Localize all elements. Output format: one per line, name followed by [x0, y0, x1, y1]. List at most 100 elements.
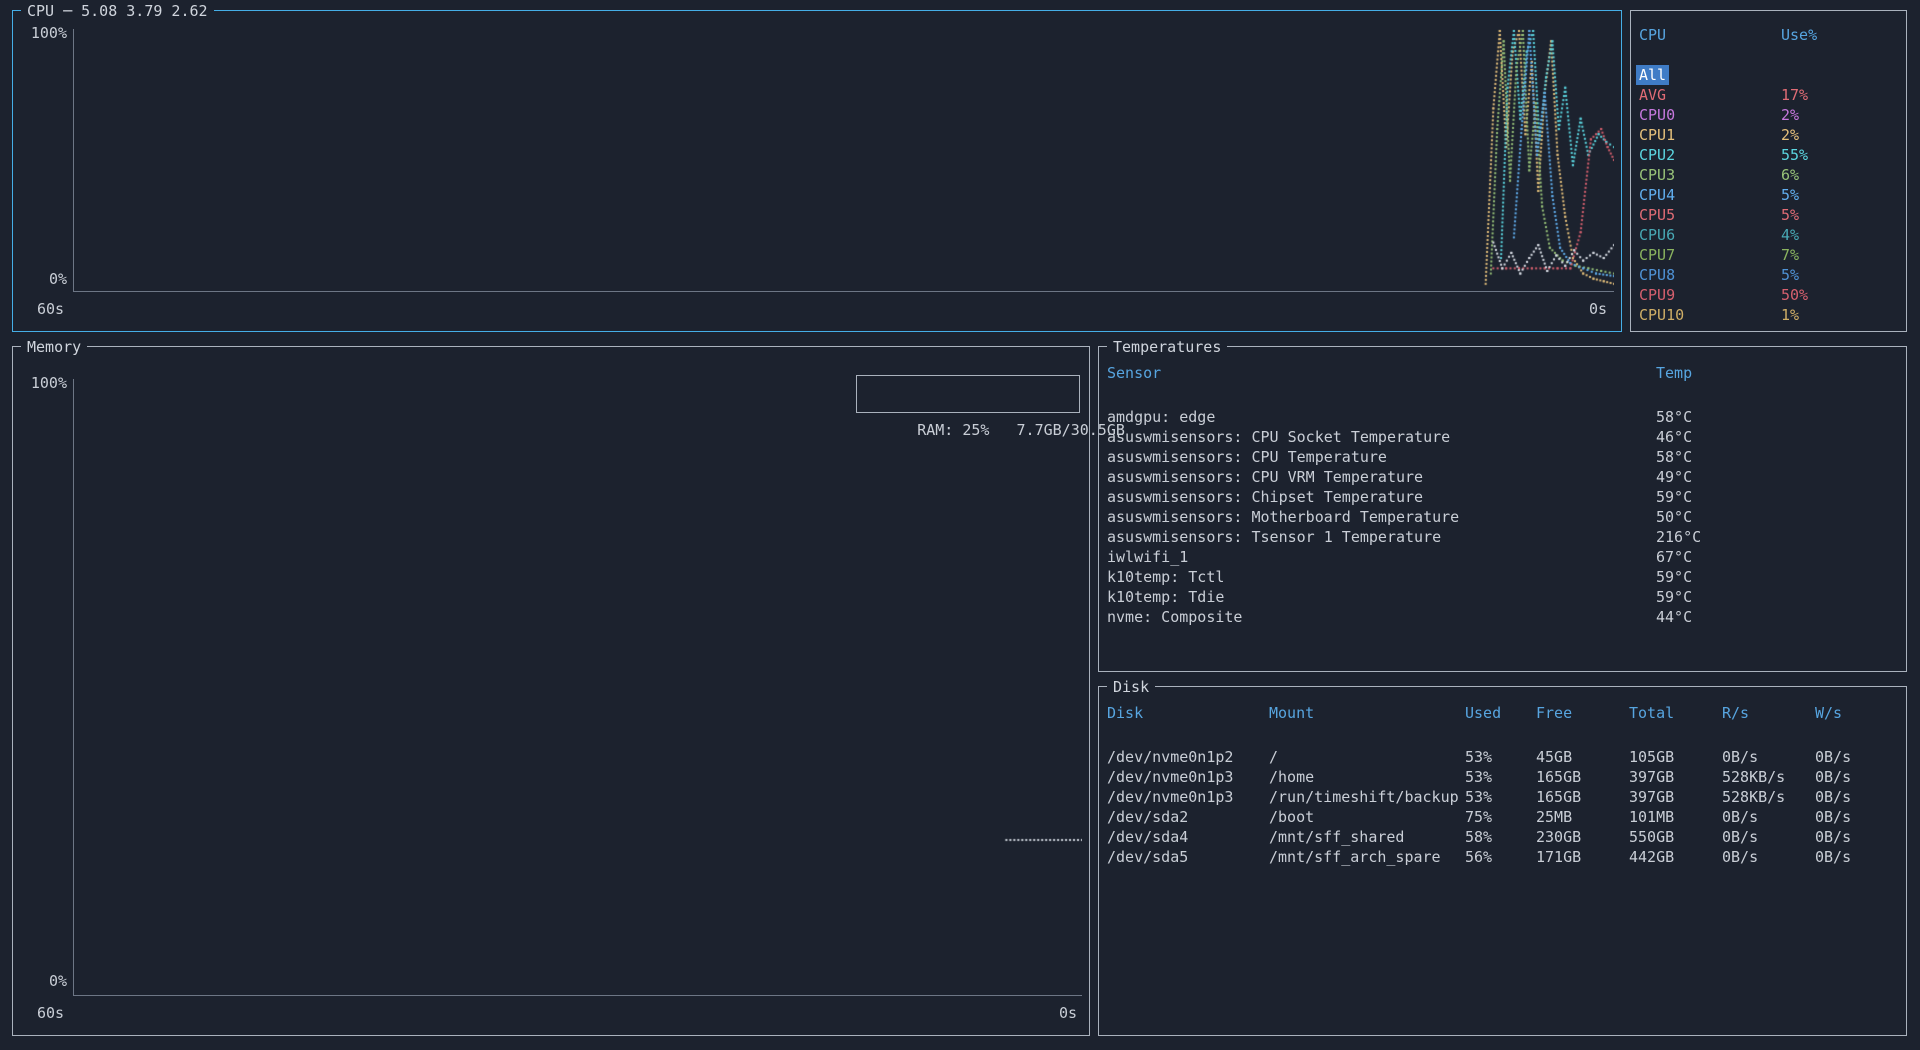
- disk-device: /dev/nvme0n1p3: [1107, 767, 1233, 787]
- cpu-legend-row-cpu9[interactable]: CPU9 50%: [1631, 285, 1906, 305]
- ram-usage-legend-text: RAM: 25% 7.7GB/30.5GB: [917, 421, 1125, 439]
- cpu-legend-value: 2%: [1781, 125, 1799, 145]
- cpu-legend-header-cpu: CPU: [1639, 25, 1666, 45]
- disk-mount: /boot: [1269, 807, 1314, 827]
- cpu-legend-row-cpu0[interactable]: CPU0 2%: [1631, 105, 1906, 125]
- disk-header-row: Disk Mount Used Free Total R/s W/s: [1099, 703, 1906, 723]
- cpu-legend-row-avg[interactable]: AVG 17%: [1631, 85, 1906, 105]
- temperature-row[interactable]: nvme: Composite 44°C: [1099, 607, 1906, 627]
- sensor-name: iwlwifi_1: [1107, 547, 1188, 567]
- disk-total: 105GB: [1629, 747, 1674, 767]
- disk-header-free: Free: [1536, 703, 1572, 723]
- disk-free: 45GB: [1536, 747, 1572, 767]
- sensor-temp: 44°C: [1656, 607, 1692, 627]
- disk-total: 442GB: [1629, 847, 1674, 867]
- temperature-row[interactable]: k10temp: Tctl 59°C: [1099, 567, 1906, 587]
- cpu-legend-row-all[interactable]: All: [1631, 65, 1906, 85]
- disk-read-rate: 0B/s: [1722, 827, 1758, 847]
- cpu-legend-panel: CPU Use% All AVG 17% CPU0 2% CPU1 2% CPU…: [1630, 10, 1907, 332]
- disk-write-rate: 0B/s: [1815, 807, 1851, 827]
- memory-panel-title-text: Memory: [27, 337, 81, 357]
- cpu-legend-label: CPU8: [1639, 265, 1675, 285]
- sensor-temp: 50°C: [1656, 507, 1692, 527]
- temperatures-header-temp: Temp: [1656, 363, 1692, 383]
- sensor-name: asuswmisensors: Tsensor 1 Temperature: [1107, 527, 1441, 547]
- disk-row[interactable]: /dev/nvme0n1p3 /home 53% 165GB 397GB 528…: [1099, 767, 1906, 787]
- cpu-graph-canvas: [74, 29, 1614, 291]
- disk-header-used: Used: [1465, 703, 1501, 723]
- sensor-name: asuswmisensors: Motherboard Temperature: [1107, 507, 1459, 527]
- temperature-row[interactable]: asuswmisensors: CPU Socket Temperature 4…: [1099, 427, 1906, 447]
- cpu-legend-row-cpu3[interactable]: CPU3 6%: [1631, 165, 1906, 185]
- cpu-panel[interactable]: CPU ─ 5.08 3.79 2.62 100% 0% 60s 0s: [12, 10, 1622, 332]
- temperature-row[interactable]: iwlwifi_1 67°C: [1099, 547, 1906, 567]
- disk-device: /dev/sda4: [1107, 827, 1188, 847]
- temperature-row[interactable]: asuswmisensors: CPU Temperature 58°C: [1099, 447, 1906, 467]
- cpu-y-axis-max-label: 100%: [21, 23, 67, 43]
- disk-write-rate: 0B/s: [1815, 847, 1851, 867]
- cpu-legend-row-cpu2[interactable]: CPU2 55%: [1631, 145, 1906, 165]
- disk-device: /dev/sda5: [1107, 847, 1188, 867]
- memory-panel[interactable]: Memory 100% 0% RAM: 25% 7.7GB/30.5GB 60s…: [12, 346, 1090, 1036]
- disk-total: 550GB: [1629, 827, 1674, 847]
- temperature-row[interactable]: k10temp: Tdie 59°C: [1099, 587, 1906, 607]
- cpu-legend-row-cpu7[interactable]: CPU7 7%: [1631, 245, 1906, 265]
- memory-x-axis-right-label: 0s: [1059, 1003, 1077, 1023]
- cpu-legend-value: 6%: [1781, 165, 1799, 185]
- cpu-legend-value: 1%: [1781, 305, 1799, 325]
- cpu-legend-label: AVG: [1639, 85, 1666, 105]
- cpu-legend-row-cpu10[interactable]: CPU10 1%: [1631, 305, 1906, 325]
- cpu-legend-value: 4%: [1781, 225, 1799, 245]
- disk-total: 397GB: [1629, 767, 1674, 787]
- disk-panel-title: Disk: [1107, 677, 1155, 697]
- sensor-temp: 58°C: [1656, 407, 1692, 427]
- cpu-title-separator: ─: [63, 1, 72, 21]
- disk-mount: /home: [1269, 767, 1314, 787]
- temperature-row[interactable]: amdgpu: edge 58°C: [1099, 407, 1906, 427]
- memory-y-axis-min-label: 0%: [21, 971, 67, 991]
- disk-write-rate: 0B/s: [1815, 827, 1851, 847]
- disk-device: /dev/nvme0n1p3: [1107, 787, 1233, 807]
- disk-row[interactable]: /dev/sda5 /mnt/sff_arch_spare 56% 171GB …: [1099, 847, 1906, 867]
- cpu-legend-row-cpu8[interactable]: CPU8 5%: [1631, 265, 1906, 285]
- sensor-name: k10temp: Tdie: [1107, 587, 1224, 607]
- disk-panel: Disk Disk Mount Used Free Total R/s W/s …: [1098, 686, 1907, 1036]
- temperature-row[interactable]: asuswmisensors: Motherboard Temperature …: [1099, 507, 1906, 527]
- disk-panel-title-text: Disk: [1113, 677, 1149, 697]
- temperature-row[interactable]: asuswmisensors: CPU VRM Temperature 49°C: [1099, 467, 1906, 487]
- temperatures-panel: Temperatures Sensor Temp amdgpu: edge 58…: [1098, 346, 1907, 672]
- disk-row[interactable]: /dev/sda4 /mnt/sff_shared 58% 230GB 550G…: [1099, 827, 1906, 847]
- cpu-legend-label: CPU3: [1639, 165, 1675, 185]
- disk-mount: /mnt/sff_arch_spare: [1269, 847, 1441, 867]
- disk-device: /dev/sda2: [1107, 807, 1188, 827]
- cpu-legend-row-cpu5[interactable]: CPU5 5%: [1631, 205, 1906, 225]
- memory-y-axis-max-label: 100%: [21, 373, 67, 393]
- temperatures-header-row: Sensor Temp: [1099, 363, 1906, 383]
- sensor-temp: 49°C: [1656, 467, 1692, 487]
- disk-total: 397GB: [1629, 787, 1674, 807]
- cpu-legend-label: CPU7: [1639, 245, 1675, 265]
- disk-free: 25MB: [1536, 807, 1572, 827]
- disk-write-rate: 0B/s: [1815, 747, 1851, 767]
- disk-row[interactable]: /dev/nvme0n1p3 /run/timeshift/backup 53%…: [1099, 787, 1906, 807]
- disk-free: 171GB: [1536, 847, 1581, 867]
- cpu-legend-value: 2%: [1781, 105, 1799, 125]
- sensor-temp: 59°C: [1656, 487, 1692, 507]
- memory-x-axis-left-label: 60s: [37, 1003, 64, 1023]
- disk-row[interactable]: /dev/sda2 /boot 75% 25MB 101MB 0B/s 0B/s: [1099, 807, 1906, 827]
- disk-header-read: R/s: [1722, 703, 1749, 723]
- cpu-legend-value: 5%: [1781, 185, 1799, 205]
- disk-row[interactable]: /dev/nvme0n1p2 / 53% 45GB 105GB 0B/s 0B/…: [1099, 747, 1906, 767]
- disk-read-rate: 528KB/s: [1722, 787, 1785, 807]
- cpu-legend-row-cpu6[interactable]: CPU6 4%: [1631, 225, 1906, 245]
- cpu-legend-row-cpu1[interactable]: CPU1 2%: [1631, 125, 1906, 145]
- disk-header-total: Total: [1629, 703, 1674, 723]
- cpu-legend-row-cpu4[interactable]: CPU4 5%: [1631, 185, 1906, 205]
- cpu-legend-label: CPU9: [1639, 285, 1675, 305]
- cpu-legend-value: 17%: [1781, 85, 1808, 105]
- sensor-temp: 59°C: [1656, 587, 1692, 607]
- temperature-row[interactable]: asuswmisensors: Tsensor 1 Temperature 21…: [1099, 527, 1906, 547]
- cpu-legend-value: 5%: [1781, 205, 1799, 225]
- temperature-row[interactable]: asuswmisensors: Chipset Temperature 59°C: [1099, 487, 1906, 507]
- sensor-temp: 59°C: [1656, 567, 1692, 587]
